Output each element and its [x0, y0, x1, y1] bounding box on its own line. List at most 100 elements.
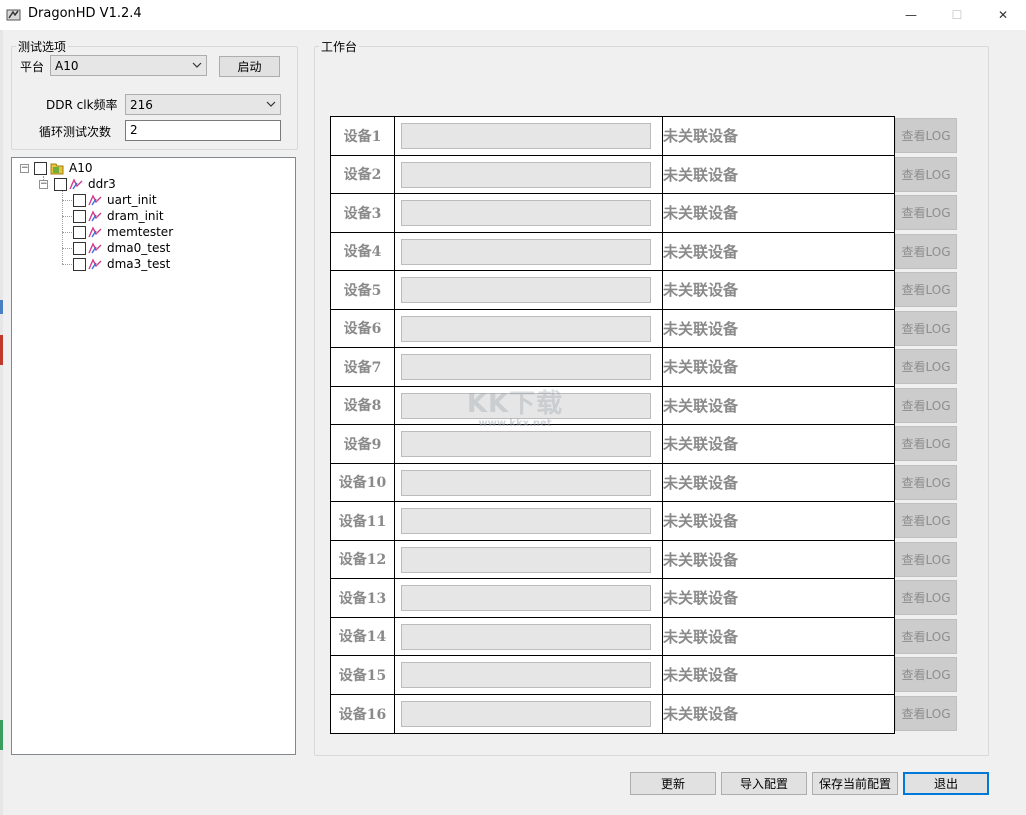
- device-progress-bar: [401, 315, 651, 342]
- chevron-down-icon: [266, 101, 276, 107]
- view-log-button[interactable]: 查看LOG: [895, 118, 957, 153]
- device-name: 设备6: [331, 309, 395, 347]
- device-progress-bar: [401, 161, 651, 188]
- device-name: 设备12: [331, 540, 395, 578]
- device-row: 设备7 未关联设备: [331, 348, 894, 387]
- device-name: 设备3: [331, 194, 395, 232]
- device-progress-bar: [401, 392, 651, 419]
- device-row: 设备12 未关联设备: [331, 540, 894, 579]
- view-log-button[interactable]: 查看LOG: [895, 349, 957, 384]
- view-log-button[interactable]: 查看LOG: [895, 233, 957, 269]
- device-row: 设备10 未关联设备: [331, 463, 894, 502]
- leaf-checkbox[interactable]: [73, 210, 86, 223]
- tree-leaf[interactable]: dma0_test: [12, 240, 212, 256]
- device-progress-bar: [401, 238, 651, 265]
- device-status: 未关联设备: [663, 473, 739, 492]
- device-status: 未关联设备: [663, 396, 739, 415]
- device-status: 未关联设备: [663, 589, 739, 608]
- device-status: 未关联设备: [663, 319, 739, 338]
- leaf-checkbox[interactable]: [73, 226, 86, 239]
- view-log-button[interactable]: 查看LOG: [895, 580, 957, 615]
- refresh-button[interactable]: 更新: [630, 772, 716, 795]
- device-row: 设备14 未关联设备: [331, 617, 894, 656]
- view-log-button[interactable]: 查看LOG: [895, 503, 957, 538]
- view-log-button[interactable]: 查看LOG: [895, 541, 957, 577]
- device-progress-bar: [401, 200, 651, 226]
- device-progress-bar: [401, 546, 651, 573]
- platform-label: 平台: [20, 60, 45, 74]
- leaf-checkbox[interactable]: [73, 242, 86, 255]
- device-name: 设备10: [331, 463, 395, 501]
- device-name: 设备13: [331, 579, 395, 617]
- device-name: 设备5: [331, 271, 395, 309]
- tree-leaf[interactable]: dram_init: [12, 208, 212, 224]
- view-log-button[interactable]: 查看LOG: [895, 657, 957, 692]
- view-log-button[interactable]: 查看LOG: [895, 695, 957, 731]
- view-log-button[interactable]: 查看LOG: [895, 618, 957, 654]
- folder-icon: [50, 163, 64, 175]
- view-log-button[interactable]: 查看LOG: [895, 387, 957, 423]
- device-progress-bar: [401, 277, 651, 303]
- chevron-down-icon: [192, 62, 202, 68]
- tree-leaf-label: dram_init: [107, 209, 164, 223]
- device-name: 设备14: [331, 617, 395, 655]
- tree-node-label: A10: [69, 161, 93, 175]
- device-grid: 设备1 未关联设备 设备2 未关联设备 设备3 未关联设备 设备4 未关联设备 设备5 未关联设备…: [330, 116, 895, 734]
- test-item-icon: [88, 194, 102, 206]
- device-row: 设备4 未关联设备: [331, 232, 894, 271]
- ddr3-checkbox[interactable]: [54, 178, 67, 191]
- leaf-checkbox[interactable]: [73, 194, 86, 207]
- device-name: 设备16: [331, 694, 395, 733]
- device-progress-bar: [401, 585, 651, 611]
- device-name: 设备1: [331, 117, 395, 155]
- device-row: 设备6 未关联设备: [331, 309, 894, 348]
- leaf-checkbox[interactable]: [73, 258, 86, 271]
- view-log-button[interactable]: 查看LOG: [895, 272, 957, 307]
- device-row: 设备1 未关联设备: [331, 117, 894, 156]
- device-status: 未关联设备: [663, 512, 739, 531]
- device-progress-bar: [401, 700, 651, 727]
- platform-select[interactable]: A10: [50, 55, 207, 76]
- root-checkbox[interactable]: [34, 162, 47, 175]
- tree-node-ddr3[interactable]: − ddr3: [12, 176, 212, 192]
- tree-leaf-label: dma3_test: [107, 257, 171, 271]
- view-log-button[interactable]: 查看LOG: [895, 426, 957, 461]
- loop-count-label: 循环测试次数: [39, 125, 112, 139]
- tree-leaf[interactable]: uart_init: [12, 192, 212, 208]
- device-progress-bar: [401, 508, 651, 534]
- collapse-toggle[interactable]: −: [20, 164, 29, 173]
- test-tree[interactable]: − A10 − ddr3 uart_init dram_init memtest…: [11, 157, 296, 755]
- import-config-button[interactable]: 导入配置: [721, 772, 807, 795]
- view-log-button[interactable]: 查看LOG: [895, 464, 957, 500]
- device-status: 未关联设备: [663, 127, 739, 146]
- device-progress-bar: [401, 354, 651, 380]
- device-progress-bar: [401, 431, 651, 457]
- view-log-button[interactable]: 查看LOG: [895, 156, 957, 192]
- tree-leaf[interactable]: dma3_test: [12, 256, 212, 272]
- minimize-button[interactable]: —: [888, 0, 934, 30]
- tree-node-root[interactable]: − A10: [12, 160, 212, 176]
- start-button[interactable]: 启动: [219, 56, 280, 77]
- tree-leaf-label: dma0_test: [107, 241, 171, 255]
- view-log-button[interactable]: 查看LOG: [895, 310, 957, 346]
- loop-count-input[interactable]: 2: [125, 120, 281, 141]
- view-log-button[interactable]: 查看LOG: [895, 195, 957, 230]
- device-name: 设备11: [331, 502, 395, 540]
- device-row: 设备16 未关联设备: [331, 694, 894, 733]
- maximize-button[interactable]: ☐: [934, 0, 980, 30]
- device-row: 设备11 未关联设备: [331, 502, 894, 541]
- tree-leaf[interactable]: memtester: [12, 224, 212, 240]
- tree-node-label: ddr3: [88, 177, 116, 191]
- app-dragon-icon: [6, 9, 21, 21]
- ddr-clk-value: 216: [130, 98, 153, 112]
- device-row: 设备8 未关联设备: [331, 386, 894, 425]
- ddr-clk-select[interactable]: 216: [125, 94, 281, 115]
- save-config-button[interactable]: 保存当前配置: [812, 772, 898, 795]
- device-row: 设备13 未关联设备: [331, 579, 894, 618]
- collapse-toggle[interactable]: −: [39, 180, 48, 189]
- device-row: 设备5 未关联设备: [331, 271, 894, 310]
- tree-leaf-label: memtester: [107, 225, 174, 239]
- close-button[interactable]: ✕: [980, 0, 1026, 30]
- device-name: 设备4: [331, 232, 395, 270]
- exit-button[interactable]: 退出: [903, 772, 989, 795]
